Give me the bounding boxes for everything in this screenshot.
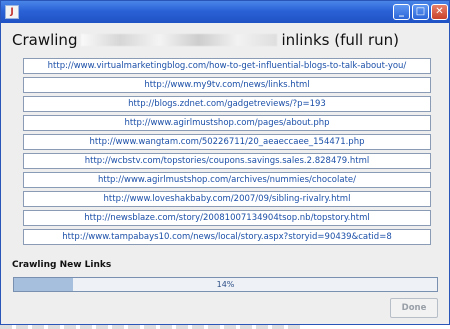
title-bar[interactable]: J _ □ ✕ [1,1,449,23]
link-row[interactable]: http://newsblaze.com/story/2008100713490… [23,210,431,226]
link-row[interactable]: http://www.loveshakbaby.com/2007/09/sibl… [23,191,431,207]
link-row[interactable]: http://blogs.zdnet.com/gadgetreviews/?p=… [23,96,431,112]
link-row[interactable]: http://www.virtualmarketingblog.com/how-… [23,58,431,74]
link-row[interactable]: http://www.agirlmustshop.com/archives/nu… [23,172,431,188]
inlinks-list: http://www.virtualmarketingblog.com/how-… [23,58,431,248]
heading-prefix: Crawling [12,31,78,49]
link-row[interactable]: http://www.wangtam.com/50226711/20_aeaec… [23,134,431,150]
background-window-edge [0,325,300,329]
maximize-button[interactable]: □ [412,4,429,20]
link-row[interactable]: http://www.my9tv.com/news/links.html [23,77,431,93]
redacted-url [81,34,278,46]
close-button[interactable]: ✕ [431,4,448,20]
java-app-icon: J [5,5,19,19]
crawler-window: J _ □ ✕ Crawling inlinks (full run) http:… [0,0,450,325]
progress-percent: 14% [216,280,235,289]
link-row[interactable]: http://wcbstv.com/topstories/coupons.sav… [23,153,431,169]
page-title: Crawling inlinks (full run) [12,31,399,49]
minimize-button[interactable]: _ [393,4,410,20]
status-label: Crawling New Links [12,260,112,270]
link-row[interactable]: http://www.agirlmustshop.com/pages/about… [23,115,431,131]
link-row[interactable]: http://www.tampabays10.com/news/local/st… [23,229,431,245]
crawl-progress-bar: 14% [13,277,438,292]
heading-suffix: inlinks (full run) [281,31,400,49]
done-button[interactable]: Done [390,298,438,318]
